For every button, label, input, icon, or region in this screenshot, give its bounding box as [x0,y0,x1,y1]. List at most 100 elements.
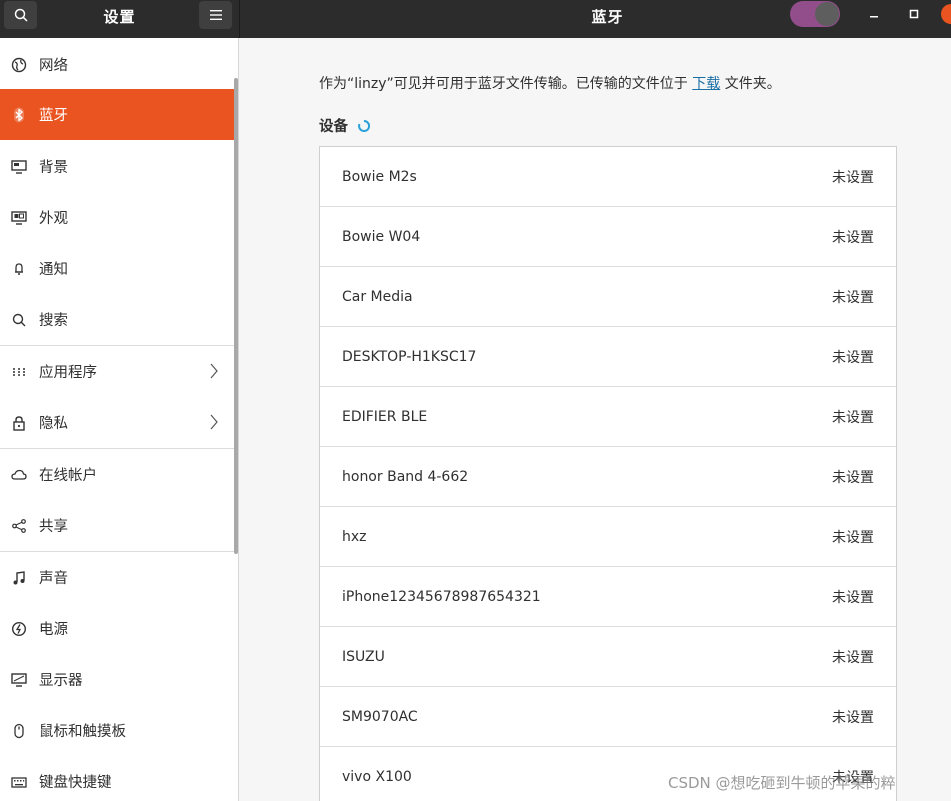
sidebar-item-sharing[interactable]: 共享 [0,500,238,551]
devices-heading: 设备 [319,115,370,136]
sidebar-item-label: 网络 [39,58,68,74]
panel-title: 蓝牙 [591,8,624,26]
bluetooth-panel: 作为“linzy”可见并可用于蓝牙文件传输。已传输的文件位于 下载 文件夹。 设… [240,38,951,801]
mouse-icon [10,722,28,740]
sidebar-item-mouse-touchpad[interactable]: 鼠标和触摸板 [0,705,238,756]
device-row[interactable]: ISUZU 未设置 [320,627,896,687]
device-list: Bowie M2s 未设置 Bowie W04 未设置 Car Media 未设… [319,146,897,801]
sidebar-item-bluetooth[interactable]: 蓝牙 [0,89,238,140]
hamburger-icon [209,10,222,20]
device-row[interactable]: Car Media 未设置 [320,267,896,327]
search-icon [10,311,28,329]
device-status: 未设置 [832,649,874,666]
info-text-suffix: 文件夹。 [724,76,781,92]
device-status: 未设置 [832,289,874,306]
device-name: hxz [342,528,367,545]
sidebar-item-label: 搜索 [39,313,68,329]
sidebar-item-online-accounts[interactable]: 在线帐户 [0,449,238,500]
appearance-icon [10,209,28,227]
sidebar-item-label: 电源 [39,622,68,638]
device-row[interactable]: Bowie W04 未设置 [320,207,896,267]
chevron-right-icon [210,414,218,430]
display-icon [10,671,28,689]
maximize-icon [909,9,919,19]
toggle-knob [815,2,839,26]
device-name: EDIFIER BLE [342,408,428,425]
share-icon [10,517,28,535]
device-status: 未设置 [832,229,874,246]
device-status: 未设置 [832,469,874,486]
watermark: CSDN @想吃砸到牛顿的苹果的粹 [668,774,896,792]
sidebar-item-label: 共享 [39,519,68,535]
device-row[interactable]: DESKTOP-H1KSC17 未设置 [320,327,896,387]
sidebar: 网络 蓝牙 背景 外观 通知 搜索 应用程序 隐私 在线帐户 共享 声音 电源 … [0,38,239,801]
device-name: DESKTOP-H1KSC17 [342,348,477,365]
sidebar-item-label: 蓝牙 [39,108,68,124]
sidebar-item-label: 应用程序 [39,365,97,381]
device-row[interactable]: honor Band 4-662 未设置 [320,447,896,507]
sidebar-item-search[interactable]: 搜索 [0,294,238,345]
device-status: 未设置 [832,589,874,606]
device-row[interactable]: EDIFIER BLE 未设置 [320,387,896,447]
bluetooth-icon [10,106,28,124]
minimize-icon [870,16,878,18]
device-name: SM9070AC [342,708,418,725]
info-text: 作为“linzy”可见并可用于蓝牙文件传输。已传输的文件位于 [319,76,688,92]
power-icon [10,620,28,638]
device-row[interactable]: hxz 未设置 [320,507,896,567]
chevron-right-icon [210,363,218,379]
apps-grid-icon [10,363,28,381]
sidebar-item-label: 在线帐户 [39,468,97,484]
sidebar-item-power[interactable]: 电源 [0,603,238,654]
sidebar-item-label: 通知 [39,262,68,278]
device-row[interactable]: iPhone12345678987654321 未设置 [320,567,896,627]
device-row[interactable]: Bowie M2s 未设置 [320,147,896,207]
device-name: iPhone12345678987654321 [342,588,541,605]
device-name: Bowie W04 [342,228,421,245]
sidebar-item-label: 背景 [39,160,68,176]
sidebar-item-label: 外观 [39,211,68,227]
sidebar-item-label: 隐私 [39,416,68,432]
spinner-icon [358,119,370,132]
device-name: honor Band 4-662 [342,468,469,485]
globe-icon [10,56,28,74]
header-bar: 设置 蓝牙 [0,0,951,38]
downloads-link[interactable]: 下载 [692,76,720,92]
sidebar-scrollbar[interactable] [234,78,238,554]
keyboard-icon [10,773,28,791]
sidebar-item-notifications[interactable]: 通知 [0,243,238,294]
bluetooth-toggle[interactable] [790,1,840,27]
sidebar-item-privacy[interactable]: 隐私 [0,397,238,448]
music-note-icon [10,569,28,587]
device-name: ISUZU [342,648,385,665]
sidebar-item-network[interactable]: 网络 [0,39,238,90]
sidebar-item-background[interactable]: 背景 [0,141,238,192]
device-name: Bowie M2s [342,168,417,185]
device-status: 未设置 [832,349,874,366]
sidebar-item-label: 声音 [39,571,68,587]
sidebar-item-label: 显示器 [39,673,83,689]
device-status: 未设置 [832,169,874,186]
device-status: 未设置 [832,709,874,726]
device-name: vivo X100 [342,768,412,785]
sidebar-item-keyboard-shortcuts[interactable]: 键盘快捷键 [0,756,238,801]
bell-icon [10,260,28,278]
sidebar-item-appearance[interactable]: 外观 [0,192,238,243]
sidebar-item-label: 鼠标和触摸板 [39,724,126,740]
device-status: 未设置 [832,409,874,426]
menu-button[interactable] [199,1,232,29]
maximize-button[interactable] [904,4,924,24]
device-row[interactable]: SM9070AC 未设置 [320,687,896,747]
minimize-button[interactable] [864,4,884,24]
sidebar-item-sound[interactable]: 声音 [0,552,238,603]
sidebar-item-displays[interactable]: 显示器 [0,654,238,705]
sidebar-item-label: 键盘快捷键 [39,775,112,791]
device-name: Car Media [342,288,413,305]
cloud-icon [10,466,28,484]
monitor-icon [10,158,28,176]
devices-heading-label: 设备 [319,119,348,135]
header-left: 设置 [0,0,239,38]
sidebar-item-applications[interactable]: 应用程序 [0,346,238,397]
device-status: 未设置 [832,529,874,546]
visibility-info: 作为“linzy”可见并可用于蓝牙文件传输。已传输的文件位于 下载 文件夹。 [319,73,781,93]
